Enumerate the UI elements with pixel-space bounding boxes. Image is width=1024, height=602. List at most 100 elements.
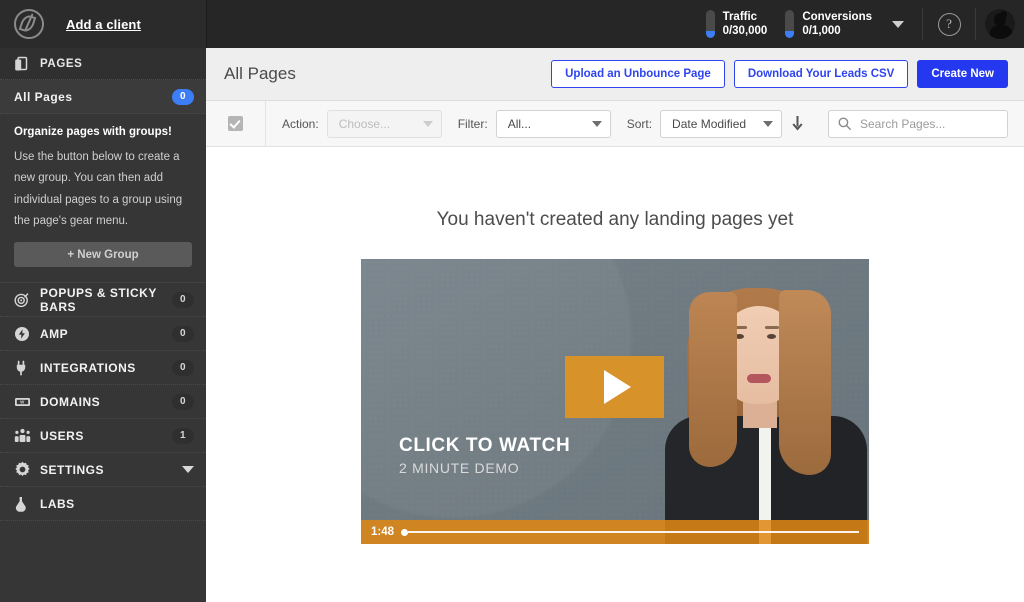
action-select-value: Choose... bbox=[338, 116, 391, 131]
sort-select-value: Date Modified bbox=[672, 116, 747, 131]
app-root: Add a client Traffic 0/30,000 Conversion… bbox=[0, 0, 1024, 602]
toolbar: Action: Choose... Filter: All... Sort: D… bbox=[206, 101, 1024, 147]
chevron-down-icon bbox=[182, 466, 194, 474]
sidebar-item-users[interactable]: USERS 1 bbox=[0, 419, 206, 454]
action-label: Action: bbox=[282, 116, 319, 131]
sidebar-item-integrations-label: INTEGRATIONS bbox=[40, 360, 136, 375]
top-bar: Add a client Traffic 0/30,000 Conversion… bbox=[0, 0, 1024, 48]
video-cta-line2: 2 MINUTE DEMO bbox=[399, 460, 520, 476]
sort-direction-button[interactable] bbox=[782, 116, 812, 131]
gauge-icon bbox=[785, 10, 795, 38]
empty-state-title: You haven't created any landing pages ye… bbox=[436, 209, 794, 230]
meter-traffic-label: Traffic bbox=[722, 10, 758, 23]
top-bar-right: Traffic 0/30,000 Conversions 0/1,000 ? bbox=[207, 0, 1024, 48]
main-area: All Pages Upload an Unbounce Page Downlo… bbox=[206, 48, 1024, 602]
user-avatar-icon bbox=[985, 9, 1015, 39]
search-icon bbox=[838, 117, 851, 130]
sidebar: PAGES All Pages 0 Organize pages with gr… bbox=[0, 48, 206, 602]
unbounce-logo-icon bbox=[14, 9, 44, 39]
sidebar-item-popups-sticky-bars[interactable]: POPUPS & STICKY BARS 0 bbox=[0, 283, 206, 318]
sidebar-item-labs[interactable]: LABS bbox=[0, 487, 206, 522]
upload-unbounce-page-button[interactable]: Upload an Unbounce Page bbox=[551, 60, 725, 88]
top-bar-brand-area: Add a client bbox=[0, 0, 207, 48]
group-promo: Organize pages with groups! Use the butt… bbox=[0, 114, 206, 284]
meter-conversions-label: Conversions bbox=[802, 10, 872, 23]
sidebar-item-domains-label: DOMAINS bbox=[40, 394, 101, 409]
page-header: All Pages Upload an Unbounce Page Downlo… bbox=[206, 48, 1024, 101]
video-progress-bar[interactable]: 1:48 bbox=[361, 520, 869, 544]
filter-select-value: All... bbox=[507, 116, 532, 131]
usage-meters: Traffic 0/30,000 Conversions 0/1,000 bbox=[692, 0, 922, 48]
sidebar-item-users-badge: 1 bbox=[172, 427, 194, 444]
sidebar-item-users-label: USERS bbox=[40, 428, 84, 443]
chevron-down-icon bbox=[422, 120, 433, 127]
play-button[interactable] bbox=[565, 356, 664, 418]
filter-label: Filter: bbox=[457, 116, 488, 131]
add-client-link[interactable]: Add a client bbox=[66, 17, 141, 32]
sidebar-item-integrations-badge: 0 bbox=[172, 359, 194, 376]
sidebar-item-all-pages-badge: 0 bbox=[172, 88, 194, 105]
sidebar-item-domains-badge: 0 bbox=[172, 393, 194, 410]
sidebar-item-settings-label: SETTINGS bbox=[40, 462, 105, 477]
play-icon bbox=[604, 370, 631, 404]
flask-icon bbox=[14, 496, 40, 512]
help-button[interactable]: ? bbox=[923, 0, 975, 48]
video-cta-line1: CLICK TO WATCH bbox=[399, 435, 571, 457]
account-avatar-button[interactable] bbox=[976, 0, 1024, 48]
sidebar-item-popups-label: POPUPS & STICKY BARS bbox=[40, 285, 157, 314]
group-promo-body: Use the button below to create a new gro… bbox=[14, 151, 183, 227]
sidebar-section-pages-label: PAGES bbox=[40, 57, 83, 70]
download-leads-csv-button[interactable]: Download Your Leads CSV bbox=[733, 60, 909, 88]
page-title: All Pages bbox=[224, 64, 296, 83]
video-scrubber-handle[interactable] bbox=[401, 528, 409, 536]
sidebar-section-pages: PAGES bbox=[0, 48, 206, 80]
users-icon bbox=[14, 428, 40, 443]
meter-conversions[interactable]: Conversions 0/1,000 bbox=[785, 10, 872, 39]
sidebar-item-all-pages-label: All Pages bbox=[14, 89, 73, 104]
create-new-button[interactable]: Create New bbox=[917, 60, 1008, 88]
meter-conversions-value: 0/1,000 bbox=[802, 25, 841, 37]
select-all-checkbox[interactable] bbox=[228, 116, 243, 131]
sort-label: Sort: bbox=[626, 116, 653, 131]
action-select[interactable]: Choose... bbox=[326, 109, 442, 138]
sidebar-item-integrations[interactable]: INTEGRATIONS 0 bbox=[0, 351, 206, 386]
group-promo-title: Organize pages with groups! bbox=[14, 126, 172, 138]
meter-traffic[interactable]: Traffic 0/30,000 bbox=[705, 10, 768, 39]
search-box[interactable] bbox=[828, 109, 1008, 138]
meters-dropdown-button[interactable] bbox=[890, 20, 920, 28]
video-progress-track[interactable] bbox=[408, 531, 859, 533]
video-time-label: 1:48 bbox=[371, 526, 395, 538]
meter-traffic-value: 0/30,000 bbox=[722, 25, 768, 37]
target-icon bbox=[14, 292, 40, 308]
gauge-icon bbox=[705, 10, 715, 38]
sidebar-item-popups-badge: 0 bbox=[172, 291, 194, 308]
sort-select[interactable]: Date Modified bbox=[660, 109, 783, 138]
chevron-down-icon bbox=[591, 120, 602, 127]
body-row: PAGES All Pages 0 Organize pages with gr… bbox=[0, 48, 1024, 602]
chevron-down-icon bbox=[892, 20, 904, 28]
new-group-button[interactable]: + New Group bbox=[14, 242, 192, 268]
select-all-cell bbox=[206, 101, 266, 146]
svg-text:W: W bbox=[20, 399, 25, 404]
search-input[interactable] bbox=[858, 115, 998, 132]
question-mark-icon: ? bbox=[937, 12, 961, 36]
demo-video-player[interactable]: CLICK TO WATCH 2 MINUTE DEMO 1:48 bbox=[361, 259, 869, 544]
arrow-down-icon bbox=[791, 116, 803, 131]
video-cta-text: CLICK TO WATCH 2 MINUTE DEMO bbox=[399, 435, 570, 476]
sidebar-item-amp[interactable]: AMP 0 bbox=[0, 317, 206, 352]
pages-icon bbox=[14, 56, 40, 72]
sidebar-item-amp-badge: 0 bbox=[172, 325, 194, 342]
content-area: You haven't created any landing pages ye… bbox=[206, 147, 1024, 602]
sidebar-item-all-pages[interactable]: All Pages 0 bbox=[0, 80, 206, 114]
sidebar-item-settings[interactable]: SETTINGS bbox=[0, 453, 206, 488]
sidebar-item-labs-label: LABS bbox=[40, 496, 75, 511]
video-person-image bbox=[659, 276, 869, 544]
sidebar-item-amp-label: AMP bbox=[40, 326, 69, 341]
filter-select[interactable]: All... bbox=[495, 109, 611, 138]
sidebar-item-domains[interactable]: W DOMAINS 0 bbox=[0, 385, 206, 420]
gear-icon bbox=[14, 461, 40, 478]
lightning-bolt-icon bbox=[14, 326, 40, 342]
domain-icon: W bbox=[14, 395, 40, 409]
logo-wrap[interactable] bbox=[0, 9, 58, 39]
